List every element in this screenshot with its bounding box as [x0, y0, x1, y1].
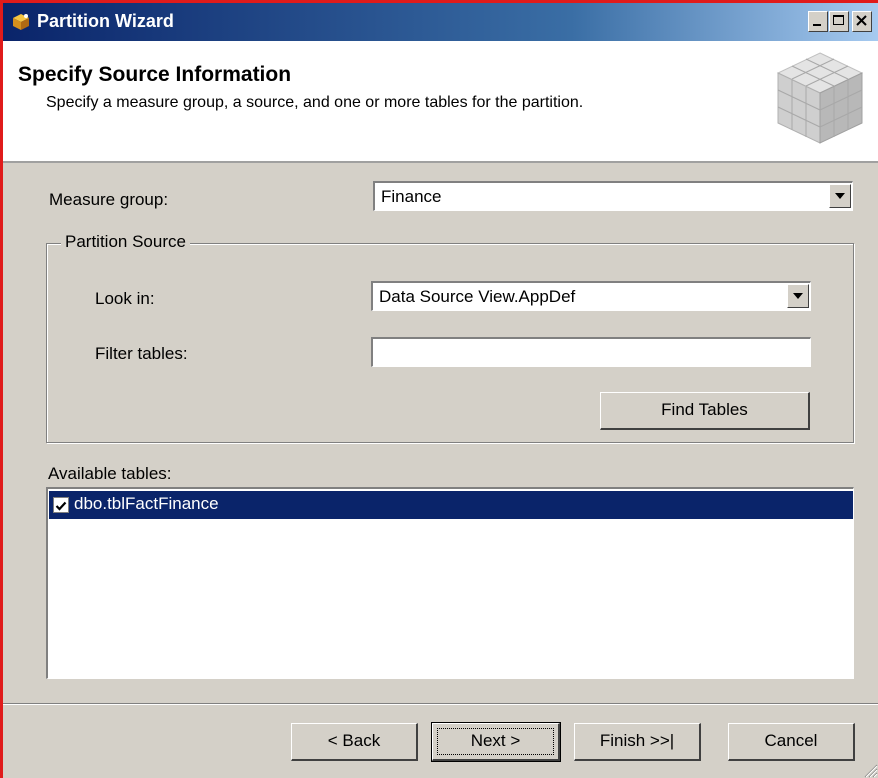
filter-tables-label: Filter tables: — [95, 344, 188, 363]
cancel-button[interactable]: Cancel — [728, 723, 855, 761]
partition-source-legend: Partition Source — [61, 232, 190, 252]
measure-group-dropdown-button[interactable] — [829, 184, 851, 208]
footer-separator — [3, 703, 878, 705]
wizard-header: Specify Source Information Specify a mea… — [3, 41, 878, 163]
back-button[interactable]: < Back — [291, 723, 418, 761]
measure-group-value: Finance — [381, 187, 442, 206]
find-tables-button[interactable]: Find Tables — [600, 392, 810, 430]
page-title: Specify Source Information — [18, 63, 292, 86]
wizard-cube-icon — [13, 14, 29, 30]
look-in-dropdown[interactable]: Data Source View.AppDef — [371, 281, 811, 311]
close-button[interactable] — [852, 11, 872, 32]
maximize-button[interactable] — [829, 11, 849, 32]
chevron-down-icon — [793, 293, 803, 299]
title-bar[interactable]: Partition Wizard — [3, 3, 878, 41]
chevron-down-icon — [835, 193, 845, 199]
list-item[interactable]: dbo.tblFactFinance — [49, 491, 853, 519]
table-checkbox[interactable] — [53, 497, 69, 513]
look-in-label: Look in: — [95, 289, 155, 308]
minimize-button[interactable] — [808, 11, 828, 32]
measure-group-label: Measure group: — [49, 190, 169, 209]
filter-tables-input[interactable] — [371, 337, 811, 367]
cube-graphic-icon — [776, 52, 864, 144]
focus-rectangle — [437, 728, 554, 755]
page-subtitle: Specify a measure group, a source, and o… — [46, 94, 584, 111]
partition-wizard-window: Partition Wizard Specify Source Informat… — [0, 0, 878, 778]
minimize-icon — [813, 24, 821, 26]
maximize-icon — [833, 15, 844, 25]
look-in-dropdown-button[interactable] — [787, 284, 809, 308]
measure-group-dropdown[interactable]: Finance — [373, 181, 853, 211]
available-tables-label: Available tables: — [48, 464, 172, 483]
window-title: Partition Wizard — [37, 11, 174, 31]
close-icon — [856, 15, 867, 26]
checkmark-icon — [55, 501, 67, 511]
look-in-value: Data Source View.AppDef — [379, 287, 576, 306]
finish-button[interactable]: Finish >>| — [574, 723, 701, 761]
available-tables-list[interactable]: dbo.tblFactFinance — [46, 487, 854, 679]
table-name: dbo.tblFactFinance — [74, 494, 219, 513]
next-button[interactable]: Next > — [431, 722, 561, 762]
resize-grip-icon[interactable] — [862, 762, 878, 778]
